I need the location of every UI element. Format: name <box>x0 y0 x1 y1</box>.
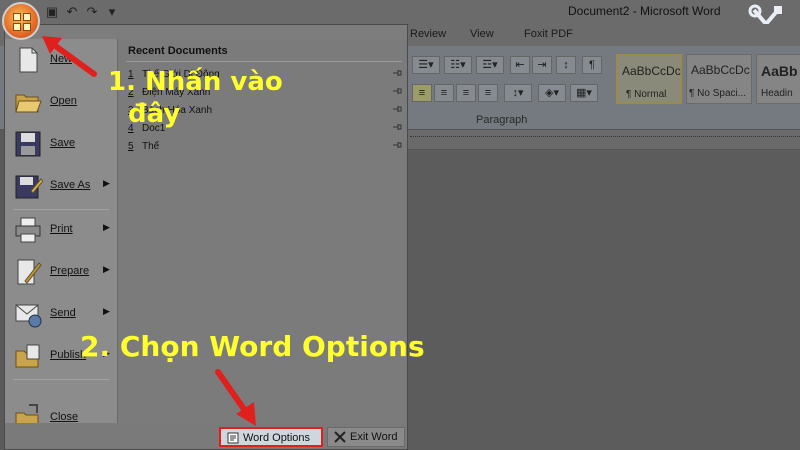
office-logo-icon <box>13 13 31 31</box>
align-left-button[interactable]: ≡ <box>412 84 432 102</box>
align-right-button[interactable]: ≡ <box>456 84 476 102</box>
arrow-to-office-button-icon <box>42 36 97 77</box>
line-spacing-button[interactable]: ↕▾ <box>504 84 532 102</box>
paragraph-group-label: Paragraph <box>476 114 528 126</box>
undo-icon[interactable]: ↶ <box>64 4 80 20</box>
prepare-icon <box>17 259 42 285</box>
step1-annotation: 1. Nhấn vào đây <box>108 66 283 130</box>
shading-button[interactable]: ◈▾ <box>538 84 566 102</box>
menu-item-label: Close <box>50 411 79 423</box>
menu-item-print[interactable]: Print ▶ <box>5 211 117 251</box>
numbering-button[interactable]: ☷▾ <box>444 56 472 74</box>
submenu-arrow-icon: ▶ <box>103 264 110 274</box>
style-heading[interactable]: AaBb Headin <box>756 54 800 104</box>
style-normal[interactable]: AaBbCcDc ¶ Normal <box>616 54 682 104</box>
horizontal-ruler <box>408 130 800 150</box>
decrease-indent-button[interactable]: ⇤ <box>510 56 530 74</box>
printer-icon <box>15 217 41 243</box>
style-no-spacing[interactable]: AaBbCcDc ¶ No Spaci... <box>686 54 752 104</box>
align-center-button[interactable]: ≡ <box>434 84 454 102</box>
multilevel-list-button[interactable]: ☲▾ <box>476 56 504 74</box>
menu-item-prepare[interactable]: Prepare ▶ <box>5 253 117 293</box>
office-menu-commands: New Open Save Save As ▶ Print ▶ Prepare … <box>5 39 117 445</box>
pin-icon[interactable] <box>392 104 402 114</box>
customize-icon[interactable]: ▾ <box>104 4 120 20</box>
menu-item-label: Send <box>50 307 76 319</box>
borders-button[interactable]: ▦▾ <box>570 84 598 102</box>
menu-item-label: Save As <box>50 179 91 191</box>
style-sample: AaBbCcDc <box>691 63 750 77</box>
submenu-arrow-icon: ▶ <box>103 222 110 232</box>
menu-item-label: Prepare <box>50 265 90 277</box>
tab-view[interactable]: View <box>470 28 494 40</box>
title-bar: ▣ ↶ ↷ ▾ Document2 - Microsoft Word <box>0 0 800 24</box>
style-sample: AaBb <box>761 63 798 79</box>
exit-word-label: Exit Word <box>350 431 398 443</box>
window-title: Document2 - Microsoft Word <box>568 4 721 18</box>
tab-review[interactable]: Review <box>410 28 446 40</box>
increase-indent-button[interactable]: ⇥ <box>532 56 552 74</box>
exit-icon <box>334 431 346 443</box>
recent-documents-title: Recent Documents <box>128 45 228 57</box>
arrow-to-word-options-icon <box>215 369 256 426</box>
open-folder-icon <box>15 94 42 113</box>
recent-document-number: 5 <box>128 141 134 152</box>
style-name: ¶ No Spaci... <box>689 88 747 99</box>
save-as-icon <box>15 175 43 199</box>
step1-line2: đây <box>128 99 181 129</box>
tab-foxit-pdf[interactable]: Foxit PDF <box>524 28 573 40</box>
pin-icon[interactable] <box>392 86 402 96</box>
show-hide-button[interactable]: ¶ <box>582 56 602 74</box>
style-name: Headin <box>761 88 793 99</box>
pin-icon[interactable] <box>392 68 402 78</box>
sort-button[interactable]: ↕ <box>556 56 576 74</box>
step1-line1: 1. Nhấn vào <box>108 67 283 97</box>
submenu-arrow-icon: ▶ <box>103 178 110 188</box>
save-icon[interactable]: ▣ <box>44 4 60 20</box>
office-menu-footer: Word Options Exit Word <box>5 423 407 449</box>
menu-item-label: Save <box>50 137 76 149</box>
recent-document-name: Thế <box>142 141 160 152</box>
justify-button[interactable]: ≡ <box>478 84 498 102</box>
submenu-arrow-icon: ▶ <box>103 306 110 316</box>
bullets-button[interactable]: ☰▾ <box>412 56 440 74</box>
exit-word-button[interactable]: Exit Word <box>327 427 405 447</box>
menu-item-label: Open <box>50 95 77 107</box>
publish-icon <box>15 344 40 368</box>
word-options-button[interactable]: Word Options <box>219 427 323 447</box>
quick-access-toolbar: ▣ ↶ ↷ ▾ <box>44 2 120 22</box>
word-options-label: Word Options <box>243 432 311 444</box>
menu-item-send[interactable]: Send ▶ <box>5 295 117 335</box>
menu-item-save-as[interactable]: Save As ▶ <box>5 167 117 207</box>
office-button[interactable] <box>2 2 40 40</box>
recent-document-item[interactable]: 5 Thế <box>128 139 402 157</box>
menu-item-save[interactable]: Save <box>5 125 117 165</box>
document-area <box>408 150 800 450</box>
menu-item-open[interactable]: Open <box>5 83 117 123</box>
send-icon <box>15 304 42 328</box>
style-sample: AaBbCcDc <box>622 64 681 78</box>
options-icon <box>227 432 239 444</box>
redo-icon[interactable]: ↷ <box>84 4 100 20</box>
pin-icon[interactable] <box>392 122 402 132</box>
save-disk-icon <box>15 131 41 157</box>
pin-icon[interactable] <box>392 140 402 150</box>
step2-annotation: 2. Chọn Word Options <box>80 330 425 363</box>
menu-item-label: Print <box>50 223 73 235</box>
style-name: ¶ Normal <box>626 89 667 100</box>
